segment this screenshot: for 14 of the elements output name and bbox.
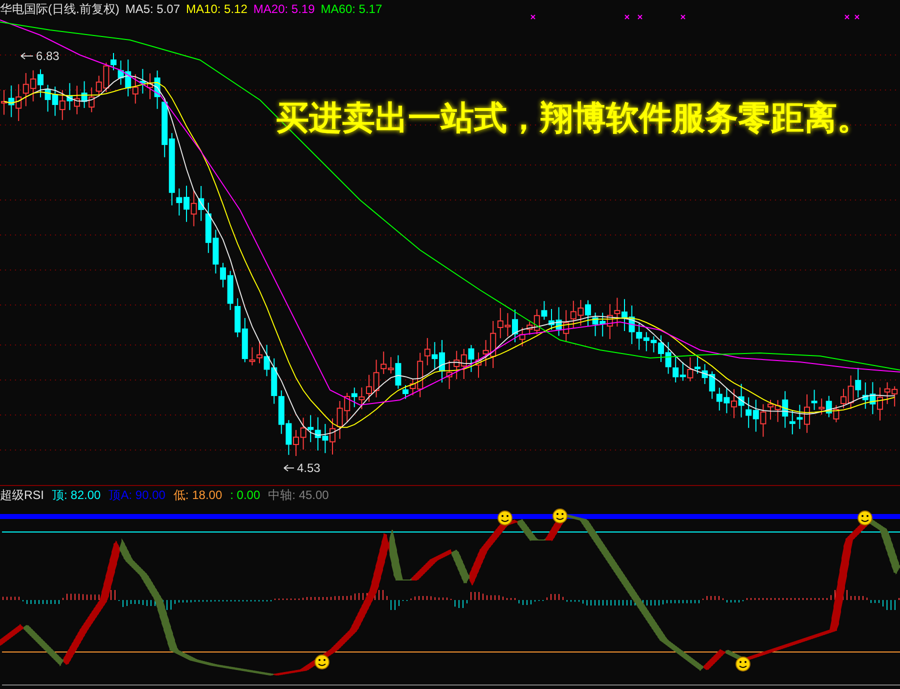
legend-text: 低: 18.00 xyxy=(173,487,222,503)
legend-text: 顶: 82.00 xyxy=(52,487,101,503)
high-price-label: 6.83 xyxy=(36,48,60,65)
legend-text: MA5: 5.07 xyxy=(125,1,180,18)
legend-text: MA20: 5.19 xyxy=(253,1,315,18)
legend-text: 超级RSI xyxy=(0,487,44,503)
low-price-label: 4.53 xyxy=(297,460,320,477)
legend-text: : 0.00 xyxy=(230,487,260,503)
legend-text: MA10: 5.12 xyxy=(186,1,248,18)
banner-slogan: 买进卖出一站式，翔博软件服务零距离。 xyxy=(276,98,870,138)
legend-text: 中轴: 45.00 xyxy=(268,487,329,503)
legend-text: 华电国际(日线.前复权) xyxy=(0,1,120,18)
legend-text: 顶A: 90.00 xyxy=(108,487,166,503)
legend-text: MA60: 5.17 xyxy=(320,1,382,18)
